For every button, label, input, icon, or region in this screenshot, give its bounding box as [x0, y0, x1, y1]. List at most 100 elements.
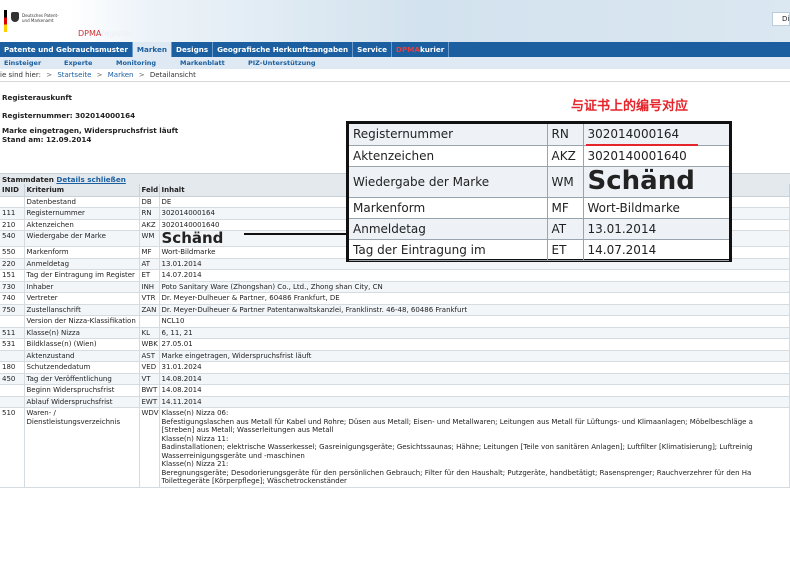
cell-inid: 510	[0, 407, 25, 488]
zoom-value: 3020140001640	[583, 145, 729, 167]
cell-inhalt: 14.07.2014	[159, 269, 790, 282]
zoom-label: Anmeldetag	[349, 218, 548, 240]
table-row: 151 Tag der Eintragung im Register ET 14.07…	[0, 269, 790, 282]
zoom-code: ET	[547, 239, 584, 261]
cell-kriterium: Inhaber	[24, 281, 140, 293]
details-close-link[interactable]: Details schließen	[56, 175, 125, 184]
status-date: Stand am: 12.09.2014	[2, 135, 92, 144]
cell-inid	[0, 350, 25, 362]
wdv-line: Toilettegeräte [Körperpflege]; Wäschetro…	[161, 477, 347, 485]
ministry-text: Deutsches Patent- und Markenamt	[22, 13, 59, 23]
red-underline	[586, 144, 698, 146]
cell-inhalt: Dr. Meyer-Dulheuer & Partner Patentanwal…	[159, 304, 790, 316]
cell-kriterium: Aktenzustand	[24, 350, 140, 362]
wdv-line: Klasse(n) Nizza 11:	[161, 434, 229, 443]
nav-dpmakurier[interactable]: DPMAkurier	[392, 42, 450, 57]
nav-marken[interactable]: Marken	[132, 42, 173, 57]
nav-dpmakurier-red: DPMA	[396, 45, 420, 54]
status-line: Marke eingetragen, Widerspruchsfrist läu…	[2, 126, 179, 135]
zoom-row: Anmeldetag AT 13.01.2014	[349, 218, 729, 240]
cell-inhalt: 6, 11, 21	[159, 327, 790, 339]
cell-feld: INH	[139, 281, 160, 293]
cell-feld: BWT	[139, 384, 160, 397]
breadcrumb-separator: >	[138, 71, 145, 79]
cell-kriterium: Beginn Widerspruchsfrist	[24, 384, 140, 397]
subnav-markenblatt[interactable]: Markenblatt	[180, 57, 248, 69]
brand-dpma: DPMA	[78, 29, 102, 38]
zoom-code: WM	[547, 166, 584, 198]
cell-inhalt: 14.08.2014	[159, 384, 790, 397]
sub-nav: Einsteiger Experte Monitoring Markenblat…	[0, 57, 790, 69]
subnav-monitoring[interactable]: Monitoring	[116, 57, 180, 69]
col-kriterium[interactable]: Kriterium	[24, 184, 140, 197]
cell-inhalt: Poto Sanitary Ware (Zhongshan) Co., Ltd.…	[159, 281, 790, 293]
annotation-label: 与证书上的编号对应	[571, 99, 689, 114]
zoom-value: 302014000164	[583, 124, 729, 146]
cell-feld: AST	[139, 350, 160, 362]
subnav-experte[interactable]: Experte	[64, 57, 116, 69]
main-nav: Patente und Gebrauchsmuster Marken Desig…	[0, 42, 790, 57]
breadcrumb-startseite[interactable]: Startseite	[57, 71, 91, 79]
cell-kriterium: Aktenzeichen	[24, 219, 140, 231]
subnav-piz[interactable]: PIZ-Unterstützung	[248, 57, 338, 69]
table-row: 531 Bildklasse(n) (Wien) WBK 27.05.01	[0, 338, 790, 351]
cell-inid	[0, 384, 25, 397]
cell-kriterium: Waren- / Dienstleistungsverzeichnis	[24, 407, 140, 488]
cell-feld: WM	[139, 230, 160, 247]
cell-feld: ET	[139, 269, 160, 282]
status-block: Marke eingetragen, Widerspruchsfrist läu…	[2, 126, 178, 144]
zoom-overlay: Registernummer RN 302014000164 Aktenzeichen…	[346, 121, 732, 262]
federal-eagle-icon	[11, 12, 19, 22]
col-feld[interactable]: Feld	[139, 184, 160, 197]
nav-herkunftsangaben[interactable]: Geografische Herkunftsangaben	[213, 42, 354, 57]
wdv-line: Badinstallationen; elektrische Wasserkes…	[161, 443, 753, 451]
nav-patente[interactable]: Patente und Gebrauchsmuster	[0, 42, 133, 57]
cell-feld: AT	[139, 258, 160, 270]
cell-feld: EWT	[139, 396, 160, 408]
stammdaten-label: Stammdaten	[2, 175, 54, 184]
cell-feld: ZAN	[139, 304, 160, 316]
cell-inhalt: 31.01.2024	[159, 361, 790, 374]
subnav-einsteiger[interactable]: Einsteiger	[4, 57, 64, 69]
corner-tab[interactable]: Di	[772, 12, 790, 26]
cell-feld: VED	[139, 361, 160, 374]
cell-inid: 511	[0, 327, 25, 339]
ministry-logo[interactable]: Deutsches Patent- und Markenamt	[4, 10, 64, 32]
wdv-line: Beregnungsgeräte; Desodorierungsgeräte f…	[161, 468, 752, 477]
annotation-pointer-line	[244, 233, 346, 235]
cell-kriterium: Schutzendedatum	[24, 361, 140, 374]
breadcrumb-marken[interactable]: Marken	[108, 71, 134, 79]
zoom-label: Wiedergabe der Marke	[349, 166, 548, 198]
nav-service[interactable]: Service	[353, 42, 393, 57]
zoom-code: MF	[547, 197, 584, 219]
table-row: 730 Inhaber INH Poto Sanitary Ware (Zhongsh…	[0, 281, 790, 293]
cell-feld: DB	[139, 196, 160, 208]
cell-inid: 540	[0, 230, 25, 247]
cell-kriterium: Registernummer	[24, 207, 140, 220]
cell-inhalt: 14.08.2014	[159, 373, 790, 385]
zoom-value: Wort-Bildmarke	[583, 197, 729, 219]
brand-register: register	[101, 29, 133, 38]
nav-designs[interactable]: Designs	[172, 42, 214, 57]
table-row: 740 Vertreter VTR Dr. Meyer-Dulheuer & Part…	[0, 292, 790, 305]
table-row: Version der Nizza-Klassifikation NCL10	[0, 315, 790, 328]
dpma-register-brand[interactable]: DPMAregister	[78, 29, 132, 38]
zoom-row: Aktenzeichen AKZ 3020140001640	[349, 145, 729, 167]
zoom-code: AKZ	[547, 145, 584, 167]
zoom-row: Wiedergabe der Marke WM Schänd	[349, 166, 729, 198]
zoom-row: Registernummer RN 302014000164	[349, 124, 729, 146]
breadcrumb-separator: >	[46, 71, 53, 79]
table-row: Beginn Widerspruchsfrist BWT 14.08.2014	[0, 384, 790, 397]
wdv-line: [Streben] aus Metall; Wasserleitungen au…	[161, 426, 334, 434]
col-inid[interactable]: INID	[0, 184, 25, 197]
cell-feld: KL	[139, 327, 160, 339]
table-row: 180 Schutzendedatum VED 31.01.2024	[0, 361, 790, 374]
cell-feld: WBK	[139, 338, 160, 351]
zoom-label: Registernummer	[349, 124, 548, 146]
wdv-line: Klasse(n) Nizza 06:	[161, 409, 229, 417]
register-number: Registernummer: 302014000164	[2, 111, 136, 120]
table-row: Aktenzustand AST Marke eingetragen, Widers…	[0, 350, 790, 362]
cell-inhalt: NCL10	[159, 315, 790, 328]
page-title: Registerauskunft	[2, 93, 72, 102]
table-row: 511 Klasse(n) Nizza KL 6, 11, 21	[0, 327, 790, 339]
